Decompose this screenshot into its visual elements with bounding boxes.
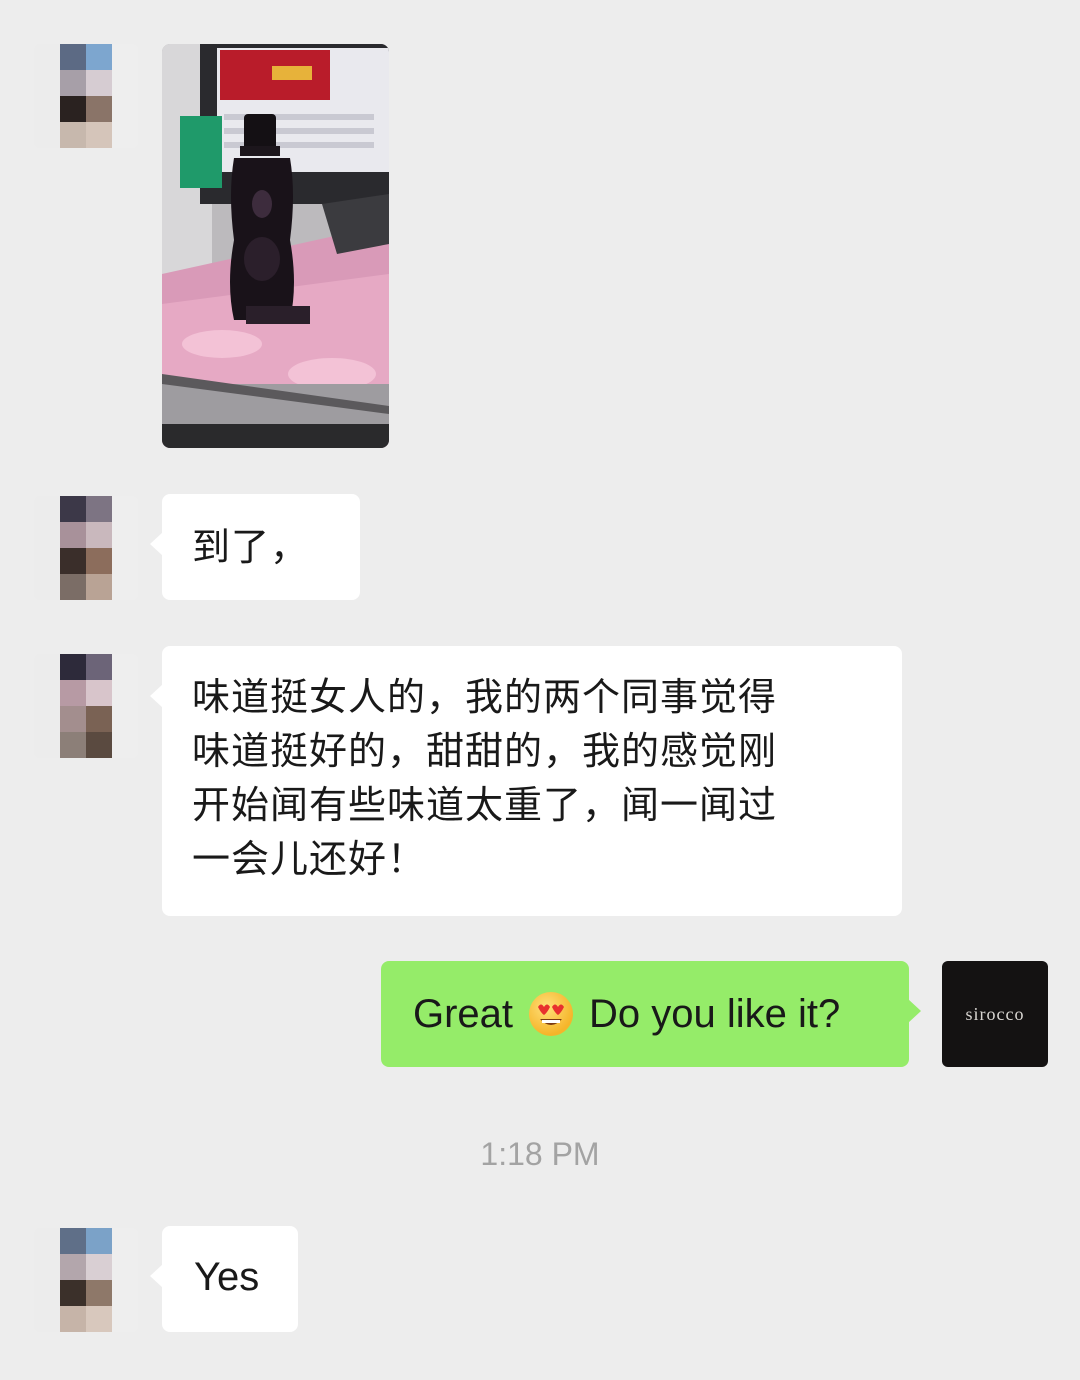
message-line: 开始闻有些味道太重了，闻一闻过: [192, 783, 778, 827]
pixelated-avatar-image: [34, 654, 138, 758]
contact-avatar[interactable]: [34, 654, 138, 758]
perfume-photo[interactable]: [162, 44, 389, 448]
message-text: 到了，: [192, 525, 310, 569]
contact-avatar[interactable]: [34, 496, 138, 600]
perfume-bottle-photo-icon: [162, 44, 389, 448]
timestamp: 1:18 PM: [480, 1136, 600, 1172]
pixelated-avatar-image: [34, 1228, 138, 1332]
pixelated-avatar-image: [34, 496, 138, 600]
pixelated-avatar-image: [34, 44, 138, 148]
contact-avatar[interactable]: [34, 1228, 138, 1332]
message-text-part: Great: [413, 992, 514, 1036]
brand-logo-text: sirocco: [965, 1003, 1025, 1024]
message-text-part: Do you like it?: [589, 992, 841, 1036]
outgoing-message-bubble[interactable]: Great Do you like it?: [381, 961, 921, 1067]
contact-avatar[interactable]: [34, 44, 138, 148]
message-line: 味道挺好的，甜甜的，我的感觉刚: [192, 729, 778, 773]
message-text: Yes: [194, 1255, 260, 1299]
incoming-message-bubble[interactable]: 到了，: [150, 494, 360, 600]
message-line: 一会儿还好！: [192, 837, 427, 881]
incoming-message-bubble[interactable]: Yes: [150, 1226, 298, 1332]
heart-eyes-emoji-icon: [529, 992, 574, 1036]
message-line: 味道挺女人的，我的两个同事觉得: [192, 675, 778, 719]
incoming-message-bubble[interactable]: 味道挺女人的，我的两个同事觉得 味道挺好的，甜甜的，我的感觉刚 开始闻有些味道太…: [150, 646, 902, 916]
self-avatar[interactable]: sirocco: [942, 961, 1048, 1067]
